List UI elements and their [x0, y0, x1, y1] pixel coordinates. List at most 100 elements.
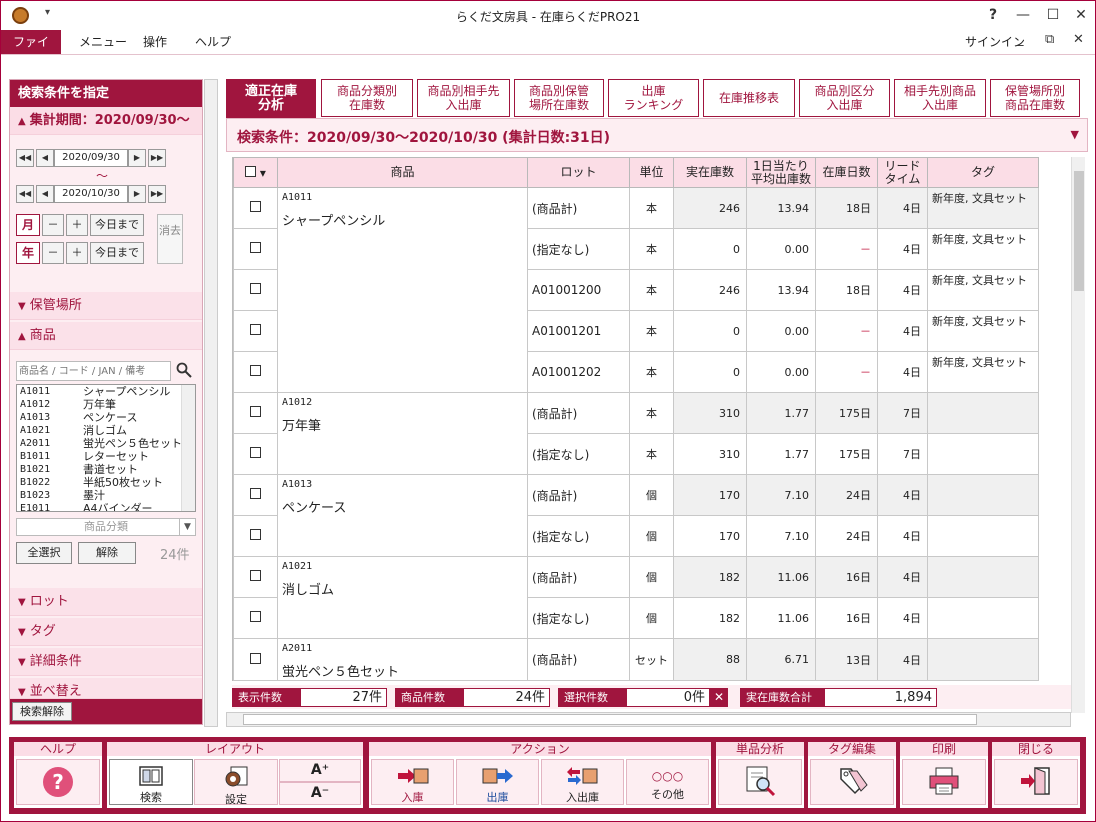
list-item[interactable]: E1011 A4バインダー [17, 502, 195, 511]
row-select-cell[interactable] [233, 474, 278, 516]
maximize-button[interactable]: ☐ [1041, 5, 1065, 25]
checkbox-icon[interactable] [250, 488, 261, 499]
font-decrease-button[interactable]: A⁻ [279, 782, 361, 805]
close-window-button[interactable]: ✕ [1069, 5, 1093, 25]
tab-stock-trend[interactable]: 在庫推移表 [703, 79, 795, 117]
grid-horizontal-scrollbar[interactable] [226, 712, 1071, 727]
tag-edit-button[interactable] [810, 759, 894, 805]
checkbox-icon[interactable] [250, 365, 261, 376]
list-item[interactable]: B1023 墨汁 [17, 489, 195, 502]
year-minus-button[interactable]: － [42, 242, 64, 264]
inner-close-button[interactable]: ✕ [1073, 32, 1084, 47]
date-to-prev-button[interactable]: ◀ [36, 185, 54, 203]
close-app-button[interactable] [994, 759, 1078, 805]
row-select-cell[interactable] [233, 638, 278, 681]
col-header-lead-time[interactable]: リード タイム [877, 157, 928, 188]
deselect-button[interactable]: 解除 [78, 542, 136, 564]
product-cell[interactable]: A1021 消しゴム [277, 556, 528, 639]
print-button[interactable] [902, 759, 986, 805]
product-cell[interactable]: A1012 万年筆 [277, 392, 528, 475]
stock-in-button[interactable]: 入庫 [371, 759, 454, 805]
list-item[interactable]: B1011 レターセット [17, 450, 195, 463]
col-header-stock[interactable]: 実在庫数 [673, 157, 747, 188]
checkbox-icon[interactable] [250, 529, 261, 540]
row-select-cell[interactable] [233, 515, 278, 557]
date-to-last-button[interactable]: ▶▶ [148, 185, 166, 203]
menu-file[interactable]: ファイル [1, 30, 61, 73]
month-plus-button[interactable]: ＋ [66, 214, 88, 236]
list-item[interactable]: A1011 シャープペンシル [17, 385, 195, 398]
list-item[interactable]: A1013 ペンケース [17, 411, 195, 424]
row-select-cell[interactable] [233, 392, 278, 434]
help-button[interactable]: ? [16, 759, 100, 805]
period-clear-button[interactable]: 消去 [157, 214, 183, 264]
single-analysis-button[interactable] [718, 759, 802, 805]
product-list-scrollbar[interactable] [181, 385, 195, 511]
col-header-avg-out[interactable]: 1日当たり 平均出庫数 [746, 157, 816, 188]
date-from-last-button[interactable]: ▶▶ [148, 149, 166, 167]
tab-warehouse-stock[interactable]: 商品別保管 場所在庫数 [514, 79, 604, 117]
list-item[interactable]: A1021 消しゴム [17, 424, 195, 437]
checkbox-icon[interactable] [250, 611, 261, 622]
chevron-down-icon[interactable]: ▼ [1071, 128, 1079, 141]
other-actions-button[interactable]: ○○○ その他 [626, 759, 709, 805]
section-detail[interactable]: ▼ 詳細条件 [10, 648, 202, 676]
inner-minimize-button[interactable]: _ [1017, 32, 1024, 47]
checkbox-icon[interactable] [250, 406, 261, 417]
list-item[interactable]: A1012 万年筆 [17, 398, 195, 411]
month-minus-button[interactable]: － [42, 214, 64, 236]
product-cell[interactable]: A1011 シャープペンシル [277, 187, 528, 393]
list-item[interactable]: B1021 書道セット [17, 463, 195, 476]
year-today-button[interactable]: 今日まで [90, 242, 144, 264]
minimize-button[interactable]: — [1011, 5, 1035, 25]
layout-settings-button[interactable]: 設定 [194, 759, 278, 806]
table-row[interactable]: A1013 ペンケース (商品計) 個 170 7.10 24日 4日 [233, 474, 1039, 557]
col-header-stock-days[interactable]: 在庫日数 [815, 157, 878, 188]
row-select-cell[interactable] [233, 597, 278, 639]
col-header-lot[interactable]: ロット [527, 157, 630, 188]
scrollbar-thumb[interactable] [243, 714, 977, 725]
year-plus-button[interactable]: ＋ [66, 242, 88, 264]
col-header-unit[interactable]: 単位 [629, 157, 674, 188]
month-today-button[interactable]: 今日まで [90, 214, 144, 236]
tab-ranking[interactable]: 出庫 ランキング [608, 79, 699, 117]
menu-operation[interactable]: 操作 [127, 30, 183, 54]
date-from-prev-button[interactable]: ◀ [36, 149, 54, 167]
date-from-first-button[interactable]: ◀◀ [16, 149, 34, 167]
tab-partner-inout[interactable]: 商品別相手先 入出庫 [417, 79, 510, 117]
menu-help[interactable]: ヘルプ [179, 30, 247, 54]
checkbox-icon[interactable] [250, 242, 261, 253]
tab-division-inout[interactable]: 商品別区分 入出庫 [799, 79, 890, 117]
table-row[interactable]: A1021 消しゴム (商品計) 個 182 11.06 16日 4日 [233, 556, 1039, 639]
product-search-input[interactable] [16, 361, 171, 381]
checkbox-icon[interactable] [245, 165, 257, 177]
date-to-first-button[interactable]: ◀◀ [16, 185, 34, 203]
select-all-button[interactable]: 全選択 [16, 542, 72, 564]
chevron-down-icon[interactable]: ▾ [260, 166, 266, 180]
inner-restore-button[interactable]: ⧉ [1045, 32, 1054, 47]
in-out-button[interactable]: 入出庫 [541, 759, 624, 805]
date-from-next-button[interactable]: ▶ [128, 149, 146, 167]
tab-category-stock[interactable]: 商品分類別 在庫数 [321, 79, 413, 117]
table-row[interactable]: A2011 蛍光ペン５色セット (商品計) セット 88 6.71 13日 4日 [233, 638, 1039, 681]
grid-vertical-scrollbar[interactable] [1071, 157, 1085, 713]
checkbox-icon[interactable] [250, 201, 261, 212]
section-warehouse[interactable]: ▼ 保管場所 [10, 292, 202, 320]
checkbox-icon[interactable] [250, 570, 261, 581]
sidebar-scrollbar[interactable] [204, 79, 218, 727]
checkbox-icon[interactable] [250, 324, 261, 335]
date-to-next-button[interactable]: ▶ [128, 185, 146, 203]
tab-partner-product[interactable]: 相手先別商品 入出庫 [894, 79, 986, 117]
col-header-product[interactable]: 商品 [277, 157, 528, 188]
header-select-all[interactable]: ▾ [233, 157, 278, 188]
search-clear-button[interactable]: 検索解除 [12, 702, 72, 721]
section-product[interactable]: ▲ 商品 [10, 322, 202, 350]
table-row[interactable]: A1012 万年筆 (商品計) 本 310 1.77 175日 7日 [233, 392, 1039, 475]
date-from-field[interactable]: 2020/09/30 [54, 149, 128, 167]
table-row[interactable]: A1011 シャープペンシル (商品計) 本 246 13.94 18日 4日 新年度, 文具セ… [233, 187, 1039, 393]
section-period[interactable]: ▲ 集計期間：2020/09/30～ [10, 107, 202, 135]
row-select-cell[interactable] [233, 310, 278, 352]
clear-selection-icon[interactable]: ✕ [710, 688, 728, 707]
font-increase-button[interactable]: A⁺ [279, 759, 361, 782]
row-select-cell[interactable] [233, 269, 278, 311]
